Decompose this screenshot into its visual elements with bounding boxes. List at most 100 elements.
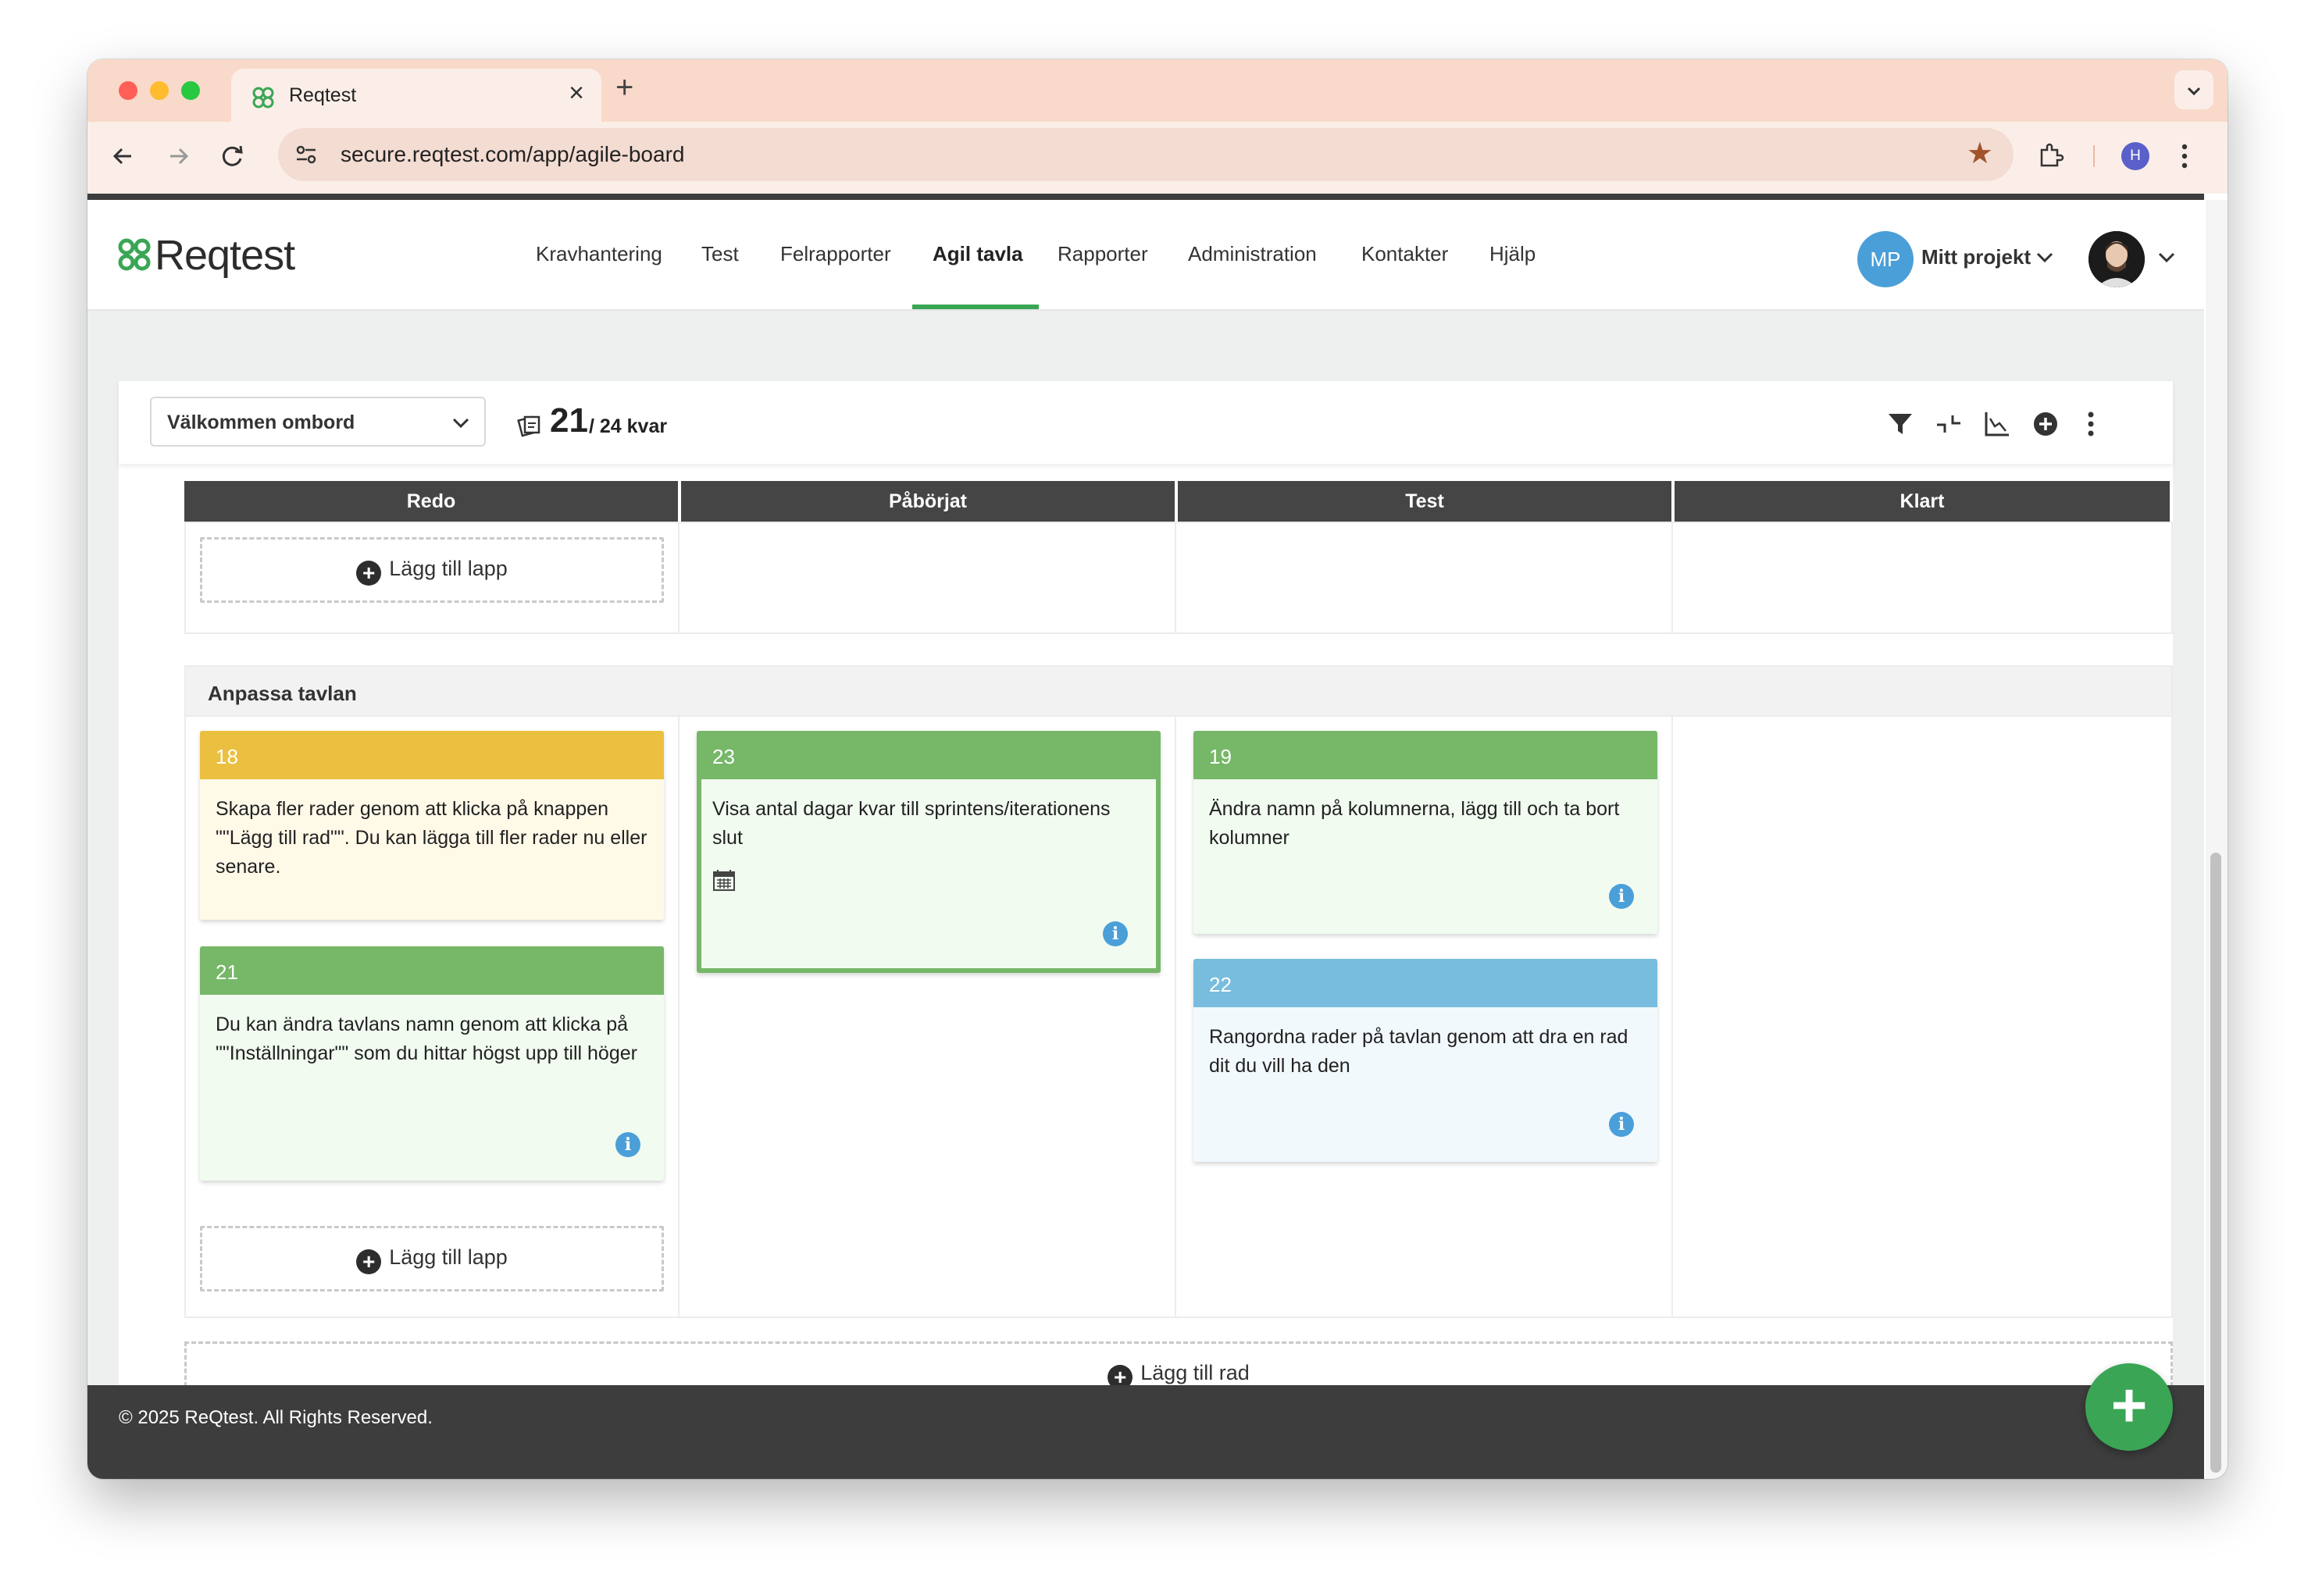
reqtest-favicon-icon bbox=[252, 87, 274, 109]
calendar-icon[interactable] bbox=[712, 868, 736, 892]
info-icon[interactable]: i bbox=[1609, 1112, 1634, 1137]
floating-add-button[interactable]: + bbox=[2085, 1363, 2173, 1451]
active-nav-indicator bbox=[912, 305, 1039, 309]
add-circle-icon: + bbox=[356, 561, 382, 586]
close-window-button[interactable] bbox=[119, 81, 137, 100]
card-header: 18 bbox=[200, 731, 664, 779]
row-title-bar[interactable]: Anpassa tavlan bbox=[184, 665, 2173, 717]
reqtest-logo-icon bbox=[118, 238, 151, 271]
filter-icon[interactable] bbox=[1885, 409, 1915, 439]
board-selector-label: Välkommen ombord bbox=[167, 411, 355, 433]
card-23[interactable]: 23 Visa antal dagar kvar till sprintens/… bbox=[697, 731, 1161, 973]
nav-item-rapporter[interactable]: Rapporter bbox=[1058, 242, 1148, 266]
back-arrow-icon[interactable] bbox=[106, 139, 141, 173]
cards-left-count: 21 bbox=[550, 401, 588, 440]
browser-profile-avatar[interactable]: H bbox=[2121, 142, 2149, 170]
address-bar[interactable]: secure.reqtest.com/app/agile-board ★ bbox=[278, 128, 2014, 181]
card-18[interactable]: 18 Skapa fler rader genom att klicka på … bbox=[200, 731, 664, 920]
tab-title: Reqtest bbox=[289, 84, 357, 106]
page-top-strip bbox=[87, 194, 2204, 200]
nav-item-agil-tavla[interactable]: Agil tavla bbox=[933, 242, 1023, 266]
add-card-button[interactable]: + Lägg till lapp bbox=[200, 1226, 664, 1291]
nav-item-kravhantering[interactable]: Kravhantering bbox=[536, 242, 662, 266]
add-card-label: Lägg till lapp bbox=[389, 557, 508, 580]
app-page: Reqtest Kravhantering Test Felrapporter … bbox=[87, 200, 2204, 1479]
nav-item-test[interactable]: Test bbox=[701, 242, 739, 266]
chevron-down-icon[interactable] bbox=[2156, 247, 2178, 269]
board-panel: Välkommen ombord 21 / 24 kvar Redo Påbör… bbox=[119, 381, 2173, 1459]
card-text: Ändra namn på kolumnerna, lägg till och … bbox=[1209, 798, 1620, 849]
info-icon[interactable]: i bbox=[615, 1132, 640, 1157]
tab-close-icon[interactable]: × bbox=[569, 80, 584, 106]
info-icon[interactable]: i bbox=[1103, 921, 1128, 946]
desktop: Reqtest × + secure.reqtest.com/app/agile… bbox=[0, 0, 2315, 1596]
column-divider bbox=[1671, 715, 1673, 1318]
tab-strip: Reqtest × + bbox=[87, 59, 2228, 122]
project-badge[interactable]: MP bbox=[1857, 231, 1914, 287]
extensions-puzzle-icon[interactable] bbox=[2037, 141, 2065, 169]
browser-tab[interactable]: Reqtest × bbox=[231, 69, 601, 122]
logo-text: Reqtest bbox=[155, 232, 295, 279]
cards-stack-icon bbox=[517, 415, 540, 437]
add-circle-icon[interactable] bbox=[2031, 409, 2060, 439]
card-header: 22 bbox=[1193, 959, 1657, 1007]
column-header-klart[interactable]: Klart bbox=[1675, 481, 2170, 522]
card-id: 19 bbox=[1209, 745, 1232, 768]
card-header: 21 bbox=[200, 946, 664, 995]
more-options-icon[interactable] bbox=[2076, 409, 2106, 439]
card-text: Du kan ändra tavlans namn genom att klic… bbox=[216, 1014, 637, 1064]
card-id: 22 bbox=[1209, 973, 1232, 996]
card-21[interactable]: 21 Du kan ändra tavlans namn genom att k… bbox=[200, 946, 664, 1181]
card-id: 18 bbox=[216, 745, 238, 768]
bookmark-star-icon[interactable]: ★ bbox=[1967, 139, 1993, 169]
card-header: 19 bbox=[1193, 731, 1657, 779]
tab-search-button[interactable] bbox=[2174, 70, 2213, 109]
card-22[interactable]: 22 Rangordna rader på tavlan genom att d… bbox=[1193, 959, 1657, 1162]
board-selector[interactable]: Välkommen ombord bbox=[150, 397, 486, 447]
browser-menu-icon[interactable] bbox=[2181, 142, 2188, 170]
card-id: 23 bbox=[712, 745, 735, 768]
column-divider bbox=[678, 522, 680, 634]
card-text: Rangordna rader på tavlan genom att dra … bbox=[1209, 1026, 1628, 1077]
new-tab-icon[interactable]: + bbox=[615, 72, 633, 103]
chart-icon[interactable] bbox=[1982, 409, 2012, 439]
column-header-redo[interactable]: Redo bbox=[184, 481, 678, 522]
project-selector[interactable]: Mitt projekt bbox=[1921, 245, 2031, 269]
board-content: Redo Påbörjat Test Klart + Lägg till lapp… bbox=[119, 464, 2173, 1459]
browser-window: Reqtest × + secure.reqtest.com/app/agile… bbox=[87, 59, 2228, 1479]
maximize-window-button[interactable] bbox=[181, 81, 200, 100]
column-divider bbox=[678, 715, 680, 1318]
card-id: 21 bbox=[216, 960, 238, 984]
column-divider bbox=[1175, 522, 1176, 634]
copyright-text: © 2025 ReQtest. All Rights Reserved. bbox=[119, 1407, 433, 1428]
footer: © 2025 ReQtest. All Rights Reserved. bbox=[87, 1385, 2204, 1479]
reload-icon[interactable] bbox=[216, 139, 250, 173]
collapse-icon[interactable] bbox=[1934, 409, 1964, 439]
user-avatar[interactable] bbox=[2088, 231, 2145, 287]
card-text: Skapa fler rader genom att klicka på kna… bbox=[216, 798, 647, 878]
row-title: Anpassa tavlan bbox=[208, 682, 357, 705]
minimize-window-button[interactable] bbox=[150, 81, 169, 100]
nav-item-felrapporter[interactable]: Felrapporter bbox=[780, 242, 891, 266]
card-header: 23 bbox=[701, 736, 1156, 779]
cards-total-text: / 24 kvar bbox=[589, 415, 668, 437]
board-toolbar: Välkommen ombord 21 / 24 kvar bbox=[119, 381, 2173, 464]
column-divider bbox=[1671, 522, 1673, 634]
app-header: Reqtest Kravhantering Test Felrapporter … bbox=[87, 200, 2204, 311]
card-19[interactable]: 19 Ändra namn på kolumnerna, lägg till o… bbox=[1193, 731, 1657, 934]
scrollbar-thumb[interactable] bbox=[2210, 853, 2221, 1473]
chevron-down-icon bbox=[2187, 87, 2201, 96]
column-header-paborjat[interactable]: Påbörjat bbox=[681, 481, 1175, 522]
nav-item-hjalp[interactable]: Hjälp bbox=[1489, 242, 1536, 266]
nav-item-kontakter[interactable]: Kontakter bbox=[1361, 242, 1448, 266]
chevron-down-icon[interactable] bbox=[2034, 247, 2056, 269]
site-settings-icon[interactable] bbox=[292, 141, 320, 169]
add-card-label: Lägg till lapp bbox=[389, 1245, 508, 1269]
nav-item-administration[interactable]: Administration bbox=[1188, 242, 1317, 266]
add-card-button[interactable]: + Lägg till lapp bbox=[200, 537, 664, 603]
user-photo-icon bbox=[2088, 231, 2145, 287]
url-text: secure.reqtest.com/app/agile-board bbox=[341, 142, 685, 166]
forward-arrow-icon[interactable] bbox=[161, 139, 195, 173]
info-icon[interactable]: i bbox=[1609, 884, 1634, 909]
column-header-test[interactable]: Test bbox=[1178, 481, 1671, 522]
